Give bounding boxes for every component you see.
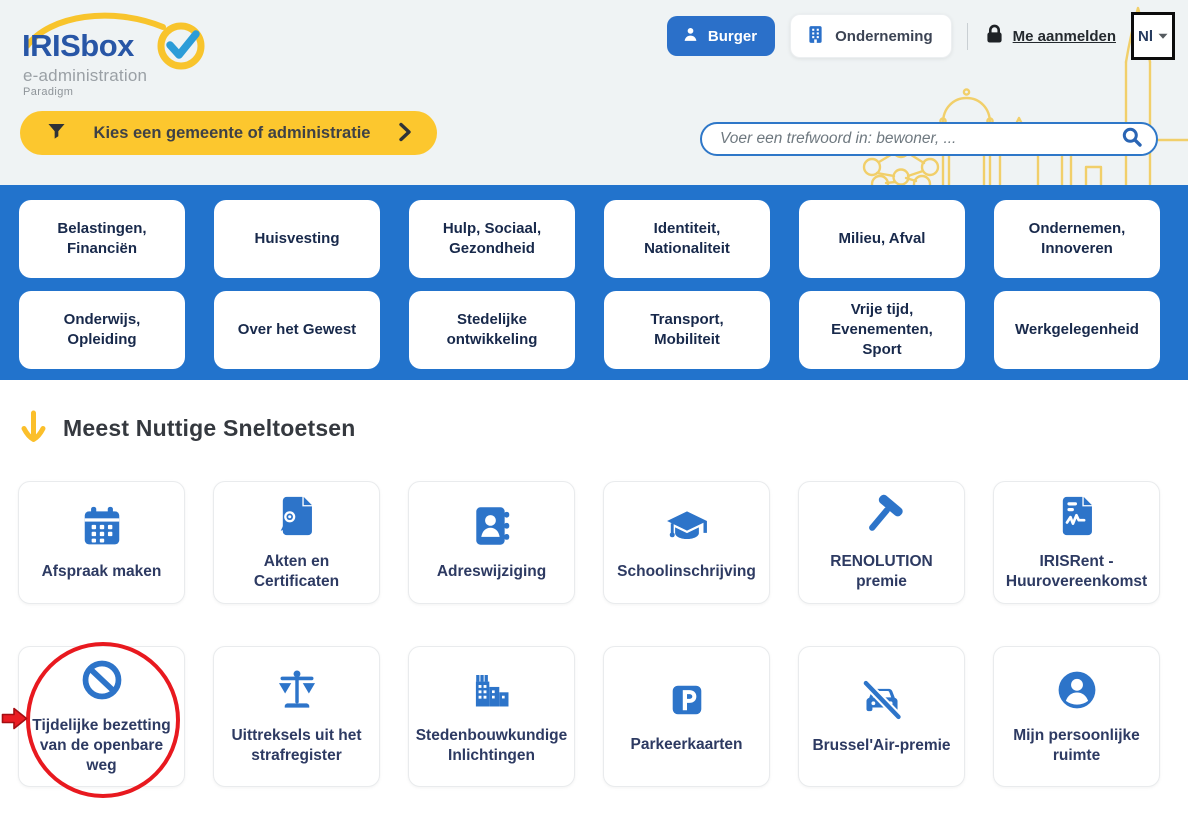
irisbox-homepage: IRISbox e-administration Paradigm Burger…: [0, 0, 1188, 813]
search-bar: [700, 122, 1158, 156]
shortcut-card[interactable]: Tijdelijke bezetting van de openbare weg: [18, 646, 185, 787]
calendar-icon: [79, 503, 125, 549]
logo-tagline: e-administration: [23, 66, 147, 86]
login-link[interactable]: Me aanmelden: [983, 23, 1116, 50]
chevron-down-icon: [1158, 33, 1168, 40]
choose-municipality-button[interactable]: Kies een gemeente of administratie: [20, 111, 437, 155]
category-card[interactable]: Milieu, Afval: [799, 200, 965, 278]
category-card[interactable]: Transport, Mobiliteit: [604, 291, 770, 369]
enterprise-button-label: Onderneming: [835, 28, 933, 45]
parking-icon: [665, 678, 709, 722]
shortcuts-header: Meest Nuttige Sneltoetsen: [20, 410, 356, 446]
shortcut-card[interactable]: Afspraak maken: [18, 481, 185, 604]
category-card[interactable]: Hulp, Sociaal, Gezondheid: [409, 200, 575, 278]
certificate-icon: [274, 493, 320, 539]
hammer-icon: [859, 493, 905, 539]
category-label: Huisvesting: [254, 229, 339, 249]
search-input[interactable]: [720, 130, 1120, 148]
category-card[interactable]: Stedelijke ontwikkeling: [409, 291, 575, 369]
category-label: Stedelijke ontwikkeling: [421, 310, 563, 350]
graduation-cap-icon: [662, 503, 712, 549]
chevron-right-icon: [397, 122, 413, 145]
category-card[interactable]: Huisvesting: [214, 200, 380, 278]
filter-icon: [46, 121, 67, 145]
header: IRISbox e-administration Paradigm Burger…: [0, 0, 1188, 185]
category-card[interactable]: Werkgelegenheid: [994, 291, 1160, 369]
shortcut-card[interactable]: Stedenbouwkundige Inlichtingen: [408, 646, 575, 787]
lock-icon: [983, 23, 1006, 50]
category-label: Over het Gewest: [238, 320, 356, 340]
shortcuts-grid: Afspraak maken Akten en Certificaten Adres…: [18, 481, 1160, 787]
shortcut-card[interactable]: RENOLUTION premie: [798, 481, 965, 604]
shortcut-label: Tijdelijke bezetting van de openbare weg: [31, 716, 172, 775]
search-icon[interactable]: [1120, 125, 1144, 154]
down-arrow-icon: [20, 410, 47, 446]
person-circle-icon: [1054, 667, 1100, 713]
category-label: Onderwijs, Opleiding: [31, 310, 173, 350]
language-selector[interactable]: Nl: [1131, 12, 1175, 60]
category-label: Werkgelegenheid: [1015, 320, 1139, 340]
enterprise-button[interactable]: Onderneming: [790, 14, 952, 58]
shortcut-label: Parkeerkaarten: [630, 735, 742, 755]
logo-wordmark: IRISbox: [22, 28, 134, 64]
building-icon: [805, 24, 826, 49]
shortcut-label: IRISRent - Huurovereenkomst: [1006, 552, 1147, 592]
shortcut-label: RENOLUTION premie: [811, 552, 952, 592]
scales-icon: [272, 667, 322, 713]
shortcut-card[interactable]: Uittreksels uit het strafregister: [213, 646, 380, 787]
shortcut-label: Brussel'Air-premie: [812, 736, 950, 756]
category-label: Ondernemen, Innoveren: [1006, 219, 1148, 259]
language-code: Nl: [1138, 28, 1153, 45]
category-label: Milieu, Afval: [839, 229, 926, 249]
category-card[interactable]: Ondernemen, Innoveren: [994, 200, 1160, 278]
shortcut-card[interactable]: Mijn persoonlijke ruimte: [993, 646, 1160, 787]
logo-byline: Paradigm: [23, 86, 73, 98]
category-label: Vrije tijd, Evenementen, Sport: [811, 300, 953, 359]
category-label: Belastingen, Financiën: [31, 219, 173, 259]
category-card[interactable]: Belastingen, Financiën: [19, 200, 185, 278]
car-slash-icon: [858, 677, 906, 723]
shortcut-card[interactable]: Parkeerkaarten: [603, 646, 770, 787]
shortcut-label: Stedenbouwkundige Inlichtingen: [416, 726, 568, 766]
shortcut-label: Uittreksels uit het strafregister: [226, 726, 367, 766]
category-card[interactable]: Over het Gewest: [214, 291, 380, 369]
choose-municipality-label: Kies een gemeente of administratie: [67, 124, 397, 143]
login-link-label: Me aanmelden: [1013, 28, 1116, 45]
person-icon: [681, 25, 700, 48]
shortcut-card[interactable]: Akten en Certificaten: [213, 481, 380, 604]
shortcut-label: Mijn persoonlijke ruimte: [1006, 726, 1147, 766]
shortcut-card[interactable]: Adreswijziging: [408, 481, 575, 604]
header-controls: Burger Onderneming Me aanmelden Nl: [667, 12, 1175, 60]
category-card[interactable]: Vrije tijd, Evenementen, Sport: [799, 291, 965, 369]
shortcut-label: Adreswijziging: [437, 562, 546, 582]
logo[interactable]: IRISbox e-administration Paradigm: [20, 6, 280, 101]
shortcut-label: Afspraak maken: [42, 562, 162, 582]
shortcut-label: Akten en Certificaten: [226, 552, 367, 592]
shortcut-card[interactable]: IRISRent - Huurovereenkomst: [993, 481, 1160, 604]
category-grid: Belastingen, Financiën Huisvesting Hulp, S…: [19, 200, 1160, 369]
citizen-button[interactable]: Burger: [667, 16, 775, 56]
citizen-button-label: Burger: [708, 28, 757, 45]
category-label: Identiteit, Nationaliteit: [616, 219, 758, 259]
divider: [967, 23, 968, 50]
category-label: Hulp, Sociaal, Gezondheid: [421, 219, 563, 259]
shortcut-card[interactable]: Schoolinschrijving: [603, 481, 770, 604]
category-card[interactable]: Identiteit, Nationaliteit: [604, 200, 770, 278]
shortcut-label: Schoolinschrijving: [617, 562, 756, 582]
no-entry-icon: [79, 657, 125, 703]
shortcut-card[interactable]: Brussel'Air-premie: [798, 646, 965, 787]
shortcuts-title: Meest Nuttige Sneltoetsen: [63, 415, 356, 442]
rental-contract-icon: [1054, 493, 1100, 539]
category-card[interactable]: Onderwijs, Opleiding: [19, 291, 185, 369]
address-book-icon: [469, 503, 515, 549]
category-label: Transport, Mobiliteit: [616, 310, 758, 350]
city-buildings-icon: [468, 667, 516, 713]
category-band: Belastingen, Financiën Huisvesting Hulp, S…: [0, 185, 1188, 380]
